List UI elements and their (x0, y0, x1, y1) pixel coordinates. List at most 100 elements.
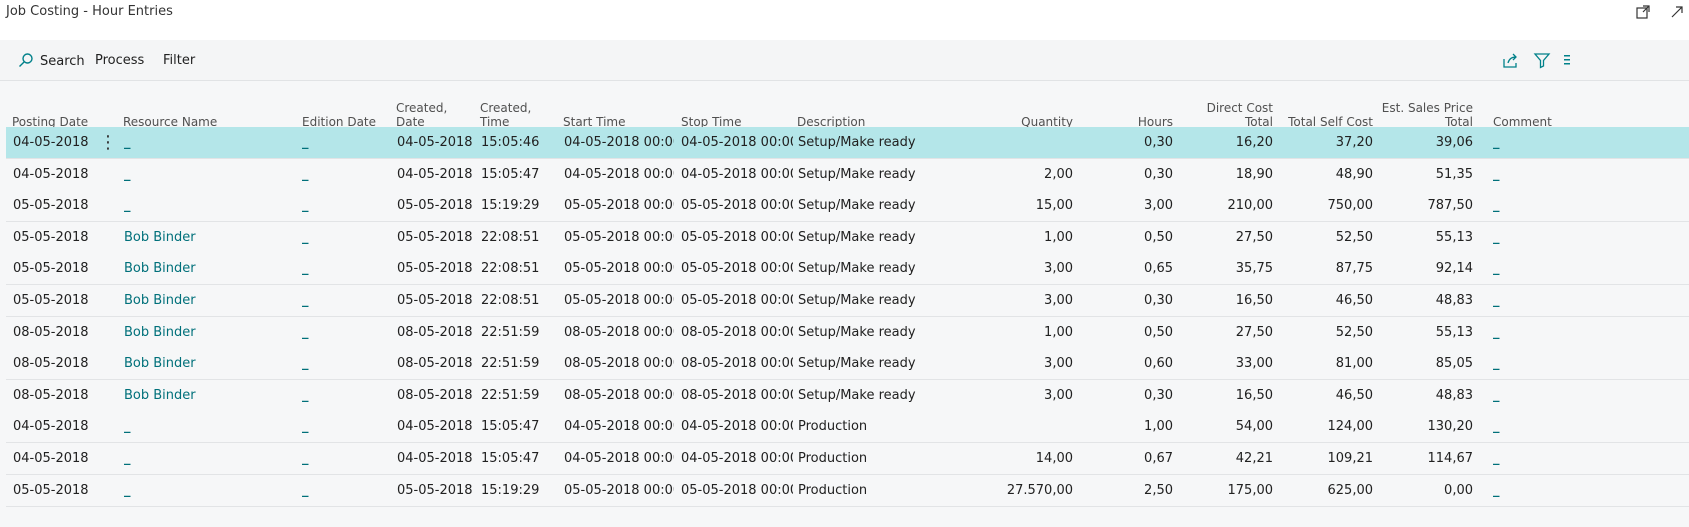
cell-est-sales-price-total: 39,06 (1435, 135, 1473, 150)
cell-comment[interactable]: _ (1493, 348, 1533, 379)
cell-est-sales-price-total: 0,00 (1444, 482, 1473, 498)
cell-resource-name[interactable]: Bob Binder (124, 348, 294, 379)
cell-comment[interactable]: _ (1493, 443, 1533, 474)
cell-edition-date[interactable]: _ (302, 380, 382, 411)
cell-posting-date: 04-05-2018 (13, 451, 89, 466)
cell-comment[interactable]: _ (1493, 380, 1533, 411)
cell-created-date: 05-05-2018 (397, 229, 473, 245)
process-menu-button[interactable]: Process (95, 52, 144, 70)
column-header-direct-cost-total[interactable]: Direct Cost Total (1173, 101, 1273, 129)
cell-comment[interactable]: _ (1493, 475, 1533, 506)
cell-est-sales-price-total: 48,83 (1435, 387, 1473, 403)
cell-resource-name[interactable]: _ (124, 411, 294, 442)
cell-resource-name[interactable]: _ (124, 127, 294, 158)
cell-est-sales-price-total: 114,67 (1427, 451, 1474, 466)
cell-created-time: 15:05:46 (481, 135, 540, 150)
cell-est-sales-price-total: 130,20 (1427, 419, 1474, 435)
cell-comment[interactable]: _ (1493, 411, 1533, 442)
cell-comment[interactable]: _ (1493, 127, 1533, 158)
cell-edition-date[interactable]: _ (302, 190, 382, 221)
table-row[interactable]: 05-05-2018 _ _ 05-05-2018 15:19:29 05-05-2018… (6, 474, 1689, 507)
table-row[interactable]: 05-05-2018 Bob Binder _ 05-05-2018 22:08:51 0… (6, 285, 1689, 317)
cell-edition-date[interactable]: _ (302, 253, 382, 284)
cell-resource-name[interactable]: _ (124, 475, 294, 506)
cell-edition-date[interactable]: _ (302, 127, 382, 158)
more-options-icon[interactable] (1562, 51, 1582, 71)
cell-hours: 1,00 (1144, 419, 1173, 435)
cell-created-time: 22:08:51 (481, 261, 540, 277)
cell-est-sales-price-total: 55,13 (1435, 229, 1473, 245)
cell-resource-name[interactable]: Bob Binder (124, 380, 294, 411)
cell-direct-cost-total: 16,50 (1235, 293, 1273, 308)
cell-comment[interactable]: _ (1493, 253, 1533, 284)
filter-menu-button[interactable]: Filter (163, 52, 195, 70)
column-header-created-date[interactable]: Created, Date (396, 101, 447, 129)
cell-edition-date[interactable]: _ (302, 443, 382, 474)
cell-total-self-cost: 48,90 (1335, 166, 1373, 182)
hour-entries-list: Posting Date Resource Name Edition Date … (0, 81, 1689, 527)
cell-edition-date[interactable]: _ (302, 159, 382, 190)
cell-resource-name[interactable]: _ (124, 443, 294, 474)
cell-est-sales-price-total: 92,14 (1435, 261, 1473, 277)
cell-hours: 3,00 (1144, 198, 1173, 214)
share-icon[interactable] (1502, 51, 1522, 71)
cell-start-time: 05-05-2018 00:00 (564, 293, 674, 308)
cell-description: Production (798, 451, 868, 466)
cell-hours: 0,60 (1144, 356, 1173, 372)
cell-stop-time: 04-05-2018 00:00 (681, 419, 793, 435)
table-row[interactable]: 04-05-2018 _ _ 04-05-2018 15:05:47 04-05-2018… (6, 158, 1689, 191)
column-header-created-time[interactable]: Created, Time (480, 101, 531, 129)
table-row[interactable]: 08-05-2018 Bob Binder _ 08-05-2018 22:51:59 0… (6, 348, 1689, 381)
cell-edition-date[interactable]: _ (302, 348, 382, 379)
cell-est-sales-price-total: 51,35 (1435, 166, 1473, 182)
cell-created-time: 15:05:47 (481, 451, 540, 466)
cell-quantity: 3,00 (1044, 293, 1073, 308)
cell-stop-time: 04-05-2018 00:00 (681, 135, 793, 150)
cell-resource-name[interactable]: Bob Binder (124, 317, 294, 348)
open-in-new-window-icon[interactable] (1635, 4, 1651, 20)
filter-pane-icon[interactable] (1533, 51, 1553, 71)
table-row[interactable]: 08-05-2018 Bob Binder _ 08-05-2018 22:51:59 0… (6, 379, 1689, 412)
cell-created-time: 22:51:59 (481, 324, 540, 340)
cell-edition-date[interactable]: _ (302, 411, 382, 442)
cell-edition-date[interactable]: _ (302, 222, 382, 253)
cell-edition-date[interactable]: _ (302, 317, 382, 348)
cell-comment[interactable]: _ (1493, 159, 1533, 190)
cell-start-time: 04-05-2018 00:00 (564, 135, 674, 150)
table-row[interactable]: 05-05-2018 Bob Binder _ 05-05-2018 22:08:51 0… (6, 221, 1689, 254)
cell-total-self-cost: 109,21 (1327, 451, 1374, 466)
cell-stop-time: 04-05-2018 00:00 (681, 451, 793, 466)
cell-edition-date[interactable]: _ (302, 285, 382, 316)
cell-quantity: 3,00 (1044, 387, 1073, 403)
cell-comment[interactable]: _ (1493, 285, 1533, 316)
cell-direct-cost-total: 27,50 (1235, 324, 1273, 340)
cell-edition-date[interactable]: _ (302, 475, 382, 506)
cell-resource-name[interactable]: _ (124, 159, 294, 190)
table-row[interactable]: ⋮ 04-05-2018 _ _ 04-05-2018 15:05:46 04-05-201… (6, 127, 1689, 159)
collapse-icon[interactable] (1669, 4, 1685, 20)
cell-hours: 0,30 (1144, 135, 1173, 150)
table-row[interactable]: 04-05-2018 _ _ 04-05-2018 15:05:47 04-05-2018… (6, 411, 1689, 444)
cell-comment[interactable]: _ (1493, 190, 1533, 221)
cell-direct-cost-total: 33,00 (1235, 356, 1273, 372)
table-row[interactable]: 05-05-2018 _ _ 05-05-2018 15:19:29 05-05-2018… (6, 190, 1689, 223)
table-row[interactable]: 05-05-2018 Bob Binder _ 05-05-2018 22:08:51 0… (6, 253, 1689, 286)
cell-start-time: 08-05-2018 00:00 (564, 387, 674, 403)
cell-created-date: 05-05-2018 (397, 198, 473, 214)
table-row[interactable]: 04-05-2018 _ _ 04-05-2018 15:05:47 04-05-2018… (6, 443, 1689, 475)
table-row[interactable]: 08-05-2018 Bob Binder _ 08-05-2018 22:51:59 0… (6, 316, 1689, 349)
column-header-est-sales-price-total[interactable]: Est. Sales Price Total (1373, 101, 1473, 129)
cell-posting-date: 04-05-2018 (13, 135, 89, 150)
search-button[interactable]: Search (18, 52, 85, 70)
cell-total-self-cost: 37,20 (1335, 135, 1373, 150)
cell-comment[interactable]: _ (1493, 222, 1533, 253)
search-icon (19, 53, 33, 67)
cell-resource-name[interactable]: Bob Binder (124, 253, 294, 284)
cell-comment[interactable]: _ (1493, 317, 1533, 348)
cell-posting-date: 04-05-2018 (13, 166, 89, 182)
cell-created-date: 08-05-2018 (397, 356, 473, 372)
cell-resource-name[interactable]: Bob Binder (124, 285, 294, 316)
cell-resource-name[interactable]: Bob Binder (124, 222, 294, 253)
cell-direct-cost-total: 42,21 (1235, 451, 1273, 466)
cell-resource-name[interactable]: _ (124, 190, 294, 221)
